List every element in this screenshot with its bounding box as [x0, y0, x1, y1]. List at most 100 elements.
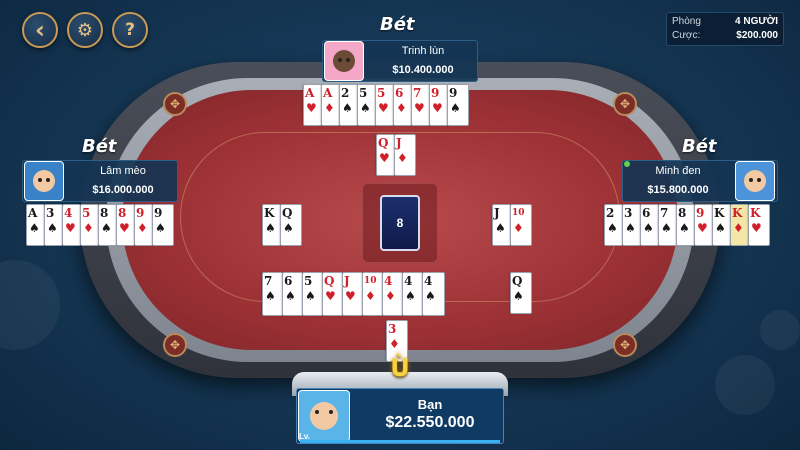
card-suit-icon: ♠ — [495, 221, 506, 235]
card-rank: 10 — [512, 208, 525, 218]
right-player-name: Minh đen — [655, 165, 701, 177]
playing-card: 7 ♥ — [411, 84, 429, 126]
playing-card[interactable]: 6 ♠ — [282, 272, 302, 316]
playing-card: 10 ♦ — [510, 204, 532, 246]
card-suit-icon: ♠ — [450, 101, 461, 115]
right-player-money: $15.800.000 — [647, 184, 709, 196]
playing-card: A ♥ — [303, 84, 321, 126]
playing-card: 4 ♥ — [62, 204, 80, 246]
help-icon: ? — [125, 20, 135, 40]
card-suit-icon: ♠ — [265, 289, 276, 303]
table-ornament-icon: ✥ — [163, 333, 187, 357]
bet-label: Cược: — [672, 30, 701, 41]
playing-card: Q ♥ — [376, 134, 394, 176]
card-rank: 5 — [377, 86, 386, 100]
table-ornament-icon: ✥ — [613, 333, 637, 357]
top-player-avatar — [324, 41, 364, 81]
background-bubble — [715, 355, 775, 415]
card-suit-icon: ♠ — [285, 289, 296, 303]
card-suit-icon: ♦ — [397, 151, 408, 165]
playing-card: 6 ♠ — [640, 204, 658, 246]
card-suit-icon: ♠ — [405, 289, 416, 303]
card-suit-icon: ♠ — [625, 221, 636, 235]
card-suit-icon: ♠ — [101, 221, 112, 235]
room-info-panel: Phòng 4 NGƯỜI Cược: $200.000 — [666, 12, 784, 46]
playing-card: 2 ♠ — [604, 204, 622, 246]
card-rank: Q — [512, 274, 523, 288]
card-rank: 4 — [384, 274, 393, 288]
card-suit-icon: ♠ — [679, 221, 690, 235]
card-rank: 4 — [64, 206, 73, 220]
playing-card: A ♦ — [321, 84, 339, 126]
playing-card[interactable]: 5 ♠ — [302, 272, 322, 316]
card-suit-icon: ♦ — [389, 337, 400, 351]
playing-card[interactable]: 4 ♦ — [382, 272, 402, 316]
card-suit-icon: ♦ — [513, 221, 524, 235]
help-button[interactable]: ? — [112, 12, 148, 48]
top-player-hand: A ♥ A ♦ 2 ♠ 5 ♠ 5 ♥ 6 ♦ 7 ♥ 9 ♥ 9 ♠ — [303, 84, 469, 126]
card-suit-icon: ♥ — [432, 101, 443, 115]
bet-value: $200.000 — [736, 30, 778, 41]
card-suit-icon: ♥ — [379, 151, 390, 165]
settings-button[interactable]: ⚙ — [67, 12, 103, 48]
card-rank: K — [750, 206, 761, 220]
card-rank: 7 — [660, 206, 669, 220]
card-rank: 9 — [136, 206, 145, 220]
card-rank: 2 — [341, 86, 350, 100]
playing-card: 8 ♠ — [676, 204, 694, 246]
playing-card[interactable]: 10 ♦ — [362, 272, 382, 316]
playing-card[interactable]: J ♥ — [342, 272, 362, 316]
card-suit-icon: ♠ — [265, 221, 276, 235]
card-rank: A — [305, 86, 315, 100]
avatar-face — [744, 170, 766, 192]
playing-card: 6 ♦ — [393, 84, 411, 126]
playing-card: A ♠ — [26, 204, 44, 246]
playing-card: Q ♠ — [510, 272, 532, 314]
back-button[interactable]: ‹ — [22, 12, 58, 48]
back-icon: ‹ — [35, 16, 45, 44]
card-rank: 9 — [449, 86, 458, 100]
card-rank: 2 — [606, 206, 615, 220]
card-rank: 7 — [264, 274, 273, 288]
card-suit-icon: ♦ — [83, 221, 94, 235]
playing-card[interactable]: 4 ♠ — [402, 272, 422, 316]
card-suit-icon: ♦ — [324, 101, 335, 115]
right-player-avatar — [735, 161, 775, 201]
avatar-face — [310, 402, 338, 430]
top-player-status: Bét — [380, 14, 415, 35]
card-suit-icon: ♥ — [378, 101, 389, 115]
card-suit-icon: ♠ — [283, 221, 294, 235]
card-rank: 5 — [304, 274, 313, 288]
room-value: 4 NGƯỜI — [735, 16, 778, 27]
playing-card: 8 ♥ — [116, 204, 134, 246]
my-hand[interactable]: 7 ♠ 6 ♠ 5 ♠ Q ♥ J ♥ 10 ♦ 4 ♦ 4 ♠ 4 ♠ — [262, 272, 445, 316]
experience-bar — [300, 440, 500, 443]
card-rank: 8 — [100, 206, 109, 220]
playing-card[interactable]: Q ♥ — [322, 272, 342, 316]
card-rank: 4 — [404, 274, 413, 288]
card-suit-icon: ♠ — [305, 289, 316, 303]
draw-deck[interactable]: 8 — [380, 195, 420, 251]
card-rank: 8 — [678, 206, 687, 220]
card-suit-icon: ♠ — [661, 221, 672, 235]
card-rank: 9 — [154, 206, 163, 220]
playing-card: 5 ♥ — [375, 84, 393, 126]
card-suit-icon: ♦ — [137, 221, 148, 235]
playing-card[interactable]: 4 ♠ — [422, 272, 445, 316]
playing-card: 9 ♦ — [134, 204, 152, 246]
card-rank: J — [396, 136, 402, 150]
card-suit-icon: ♠ — [643, 221, 654, 235]
card-rank: 4 — [424, 274, 433, 288]
left-player-status: Bét — [82, 136, 117, 157]
left-player-hand: A ♠ 3 ♠ 4 ♥ 5 ♦ 8 ♠ 8 ♥ 9 ♦ 9 ♠ — [26, 204, 174, 246]
playing-card: K ♠ — [262, 204, 280, 246]
card-rank: 9 — [696, 206, 705, 220]
card-rank: Q — [282, 206, 293, 220]
card-rank: 8 — [118, 206, 127, 220]
card-suit-icon: ♦ — [385, 289, 396, 303]
right-player-status: Bét — [682, 136, 717, 157]
playing-card[interactable]: 7 ♠ — [262, 272, 282, 316]
card-suit-icon: ♠ — [360, 101, 371, 115]
playing-card: 3 ♠ — [44, 204, 62, 246]
playing-card: 9 ♥ — [694, 204, 712, 246]
